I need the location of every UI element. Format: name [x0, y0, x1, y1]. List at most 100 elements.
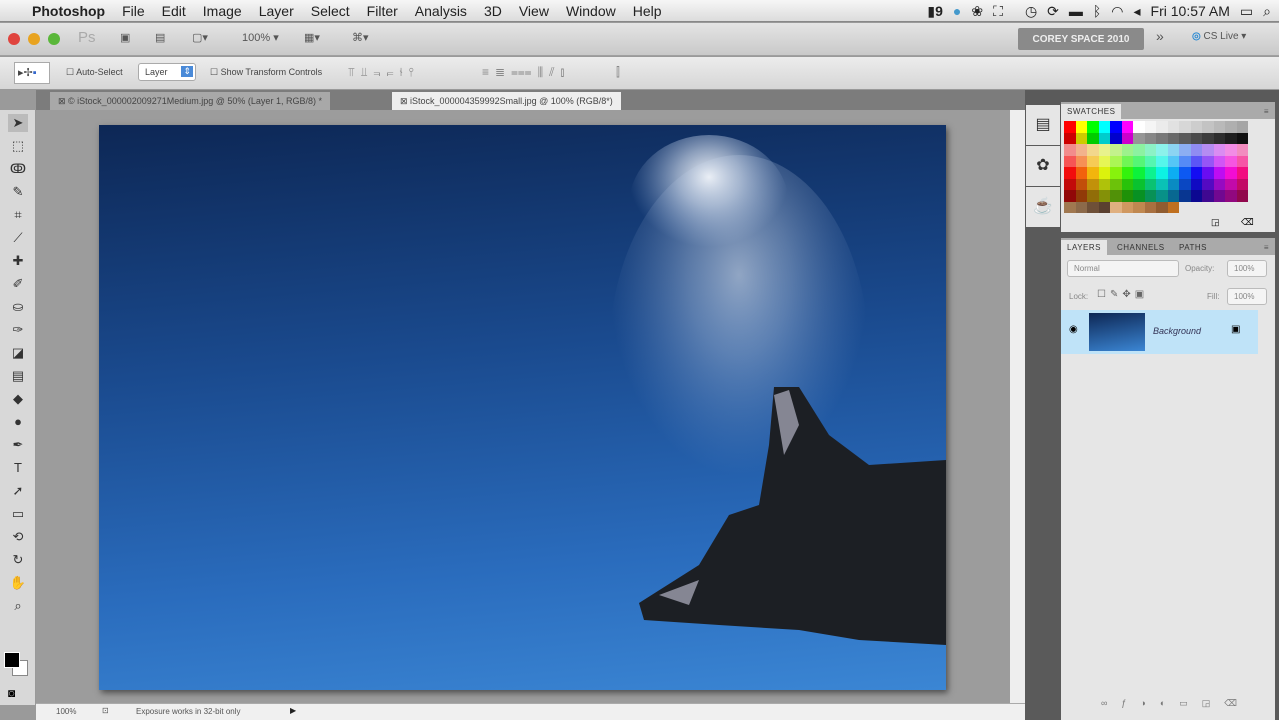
swatch[interactable]	[1121, 132, 1133, 144]
3d-rotate-tool-icon[interactable]: ⟲	[8, 528, 28, 546]
swatch[interactable]	[1121, 167, 1133, 179]
swatch[interactable]	[1156, 201, 1168, 213]
swatch[interactable]	[1110, 144, 1122, 156]
swatch[interactable]	[1144, 121, 1156, 133]
clock[interactable]: Fri 10:57 AM	[1151, 3, 1230, 19]
menu-select[interactable]: Select	[311, 3, 350, 19]
tab-document-1[interactable]: ⊠ © iStock_000002009271Medium.jpg @ 50% …	[50, 92, 330, 110]
swatch[interactable]	[1213, 155, 1225, 167]
swatch[interactable]	[1098, 190, 1110, 202]
swatch[interactable]	[1144, 155, 1156, 167]
show-transform-checkbox[interactable]: ☐ Show Transform Controls	[210, 67, 322, 78]
swatch[interactable]	[1156, 132, 1168, 144]
foreground-color-swatch[interactable]	[4, 652, 20, 668]
swatch[interactable]	[1121, 201, 1133, 213]
swatch[interactable]	[1167, 190, 1179, 202]
tool-preset-picker[interactable]: ▸✢▪	[14, 62, 50, 84]
menu-edit[interactable]: Edit	[162, 3, 186, 19]
new-swatch-icon[interactable]: ◲	[1211, 217, 1220, 228]
swatch[interactable]	[1225, 144, 1237, 156]
swatch[interactable]	[1156, 178, 1168, 190]
battery-icon[interactable]: ▭	[1240, 3, 1253, 20]
wifi-icon[interactable]: ◠	[1111, 3, 1123, 20]
swatch[interactable]	[1144, 132, 1156, 144]
swatch[interactable]	[1190, 132, 1202, 144]
menu-help[interactable]: Help	[633, 3, 662, 19]
swatch[interactable]	[1202, 144, 1214, 156]
swatch[interactable]	[1236, 132, 1248, 144]
swatch[interactable]	[1075, 155, 1087, 167]
swatch[interactable]	[1110, 178, 1122, 190]
document-image[interactable]	[99, 125, 946, 690]
swatch[interactable]	[1087, 155, 1099, 167]
spotlight-icon[interactable]: ⌕	[1263, 3, 1271, 20]
swatch[interactable]	[1213, 132, 1225, 144]
tab-swatches[interactable]: SWATCHES	[1061, 104, 1122, 119]
swatch[interactable]	[1190, 155, 1202, 167]
swatch[interactable]	[1179, 132, 1191, 144]
sync-icon[interactable]: ⟳	[1047, 3, 1059, 20]
swatch[interactable]	[1098, 201, 1110, 213]
minibridge-icon[interactable]: ▤	[155, 31, 165, 44]
auto-select-checkbox[interactable]: ☐ Auto-Select	[66, 67, 123, 78]
swatch[interactable]	[1098, 178, 1110, 190]
eyedropper-tool-icon[interactable]: ⟋	[8, 229, 28, 247]
swatch[interactable]	[1075, 132, 1087, 144]
swatch[interactable]	[1064, 144, 1076, 156]
swatch[interactable]	[1133, 201, 1145, 213]
layer-row-background[interactable]: ◉ Background ▣	[1061, 310, 1258, 354]
swatch[interactable]	[1179, 144, 1191, 156]
swatch[interactable]	[1167, 167, 1179, 179]
status-icon[interactable]: ▮9	[927, 3, 943, 20]
swatch[interactable]	[1133, 190, 1145, 202]
status-zoom[interactable]: 100%	[56, 707, 76, 716]
more-workspaces-button[interactable]: »	[1156, 28, 1164, 44]
swatch[interactable]	[1225, 178, 1237, 190]
gradient-tool-icon[interactable]: ▤	[8, 367, 28, 385]
panel-menu-icon[interactable]: ≡	[1258, 104, 1275, 119]
swatch[interactable]	[1144, 201, 1156, 213]
swatch[interactable]	[1087, 201, 1099, 213]
swatch[interactable]	[1075, 178, 1087, 190]
menu-image[interactable]: Image	[203, 3, 242, 19]
tab-paths[interactable]: PATHS	[1173, 240, 1213, 255]
swatch[interactable]	[1225, 167, 1237, 179]
tab-layers[interactable]: LAYERS	[1061, 240, 1107, 255]
swatch[interactable]	[1225, 121, 1237, 133]
dodge-tool-icon[interactable]: ●	[8, 413, 28, 431]
mini-bridge-panel-icon[interactable]: ▤	[1026, 105, 1060, 145]
swatch[interactable]	[1225, 132, 1237, 144]
layer-panel-footer-buttons[interactable]: ∞ƒ◑◐▭◲⌫	[1101, 698, 1251, 709]
swatch[interactable]	[1098, 167, 1110, 179]
swatch[interactable]	[1098, 155, 1110, 167]
swatch[interactable]	[1133, 121, 1145, 133]
blend-mode-dropdown[interactable]: Normal	[1067, 260, 1179, 277]
zoom-level-dropdown[interactable]: 100% ▾	[242, 31, 279, 44]
panel-menu-icon[interactable]: ≡	[1258, 240, 1275, 255]
swatch[interactable]	[1087, 178, 1099, 190]
swatch[interactable]	[1202, 121, 1214, 133]
swatch[interactable]	[1156, 144, 1168, 156]
swatch[interactable]	[1064, 201, 1076, 213]
paw-icon[interactable]: ❀	[971, 3, 983, 20]
swatch[interactable]	[1190, 190, 1202, 202]
menu-window[interactable]: Window	[566, 3, 616, 19]
screen-mode-icon[interactable]: ⌘▾	[352, 31, 369, 44]
tab-document-2[interactable]: ⊠ iStock_000004359992Small.jpg @ 100% (R…	[392, 92, 621, 110]
menu-layer[interactable]: Layer	[259, 3, 294, 19]
menu-analysis[interactable]: Analysis	[415, 3, 467, 19]
swatch[interactable]	[1144, 144, 1156, 156]
swatch[interactable]	[1133, 167, 1145, 179]
move-tool-icon[interactable]: ➤	[8, 114, 28, 132]
shape-tool-icon[interactable]: ▭	[8, 505, 28, 523]
swatch[interactable]	[1075, 201, 1087, 213]
swatch[interactable]	[1075, 121, 1087, 133]
swatch[interactable]	[1236, 144, 1248, 156]
menu-3d[interactable]: 3D	[484, 3, 502, 19]
swatch[interactable]	[1110, 121, 1122, 133]
zoom-tool-icon[interactable]: ⌕	[8, 597, 28, 615]
lasso-tool-icon[interactable]: ↂ	[8, 160, 28, 178]
distribute-buttons[interactable]: ≡≣⩶⫼⫽⫾	[482, 65, 570, 80]
swatch[interactable]	[1225, 190, 1237, 202]
swatch[interactable]	[1064, 190, 1076, 202]
